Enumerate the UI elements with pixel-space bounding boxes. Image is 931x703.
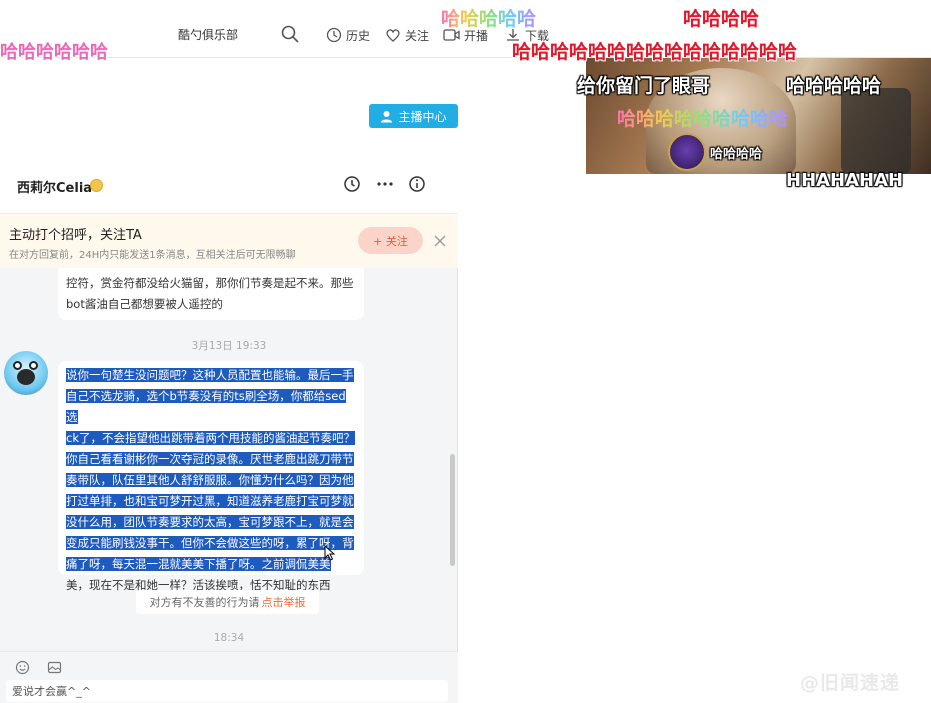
danmaku-comment: 哈哈哈哈哈哈哈哈哈 [617,104,788,131]
danmaku-comment: 给你留门了眼哥 [577,75,711,97]
message-input[interactable]: 爱说才会赢^_^ [6,680,448,702]
image-icon[interactable] [47,660,62,675]
video-badge-label: 哈哈哈哈 [710,147,763,162]
message-input-area: 爱说才会赢^_^ [0,651,458,703]
danmaku-comment: 哈哈哈哈哈 [786,75,882,97]
message-timestamp: 3月13日 19:33 [191,340,267,352]
search-icon[interactable] [280,24,300,44]
message-bubble-selected[interactable]: 说你一句楚生没问题吧？这种人员配置也能输。最后一手 自己不选龙骑，选个b节奏没有… [58,361,364,592]
watermark-text: @旧闻速递 [800,672,901,694]
selected-text-line: 变成只能刷钱没事干。但你不会做这些的呀，累了呀，背 [66,536,354,550]
follow-button[interactable]: + 关注 [358,227,423,254]
history-clock-icon[interactable] [343,175,361,193]
gaming-chair [841,88,911,174]
heart-icon [386,29,400,42]
close-icon[interactable] [433,234,447,248]
selected-text-line: 说你一句楚生没问题吧？这种人员配置也能输。最后一手 [66,368,354,382]
nav-history[interactable]: 历史 [326,25,370,45]
search-box[interactable]: 酷勺俱乐部 [164,18,312,50]
selected-text-line: 痛了呀，每天混一混就美美下播了呀。之前调侃美美 [66,557,331,571]
message-timestamp: 18:34 [213,632,245,644]
follow-prompt-subtitle: 在对方回复前，24H内只能发送1条消息，互相关注后可无限畅聊 [9,250,296,261]
danmaku-comment: 哈哈哈哈哈哈哈哈哈哈哈哈哈哈哈 [512,41,798,63]
live-center-button[interactable]: 主播中心 [369,104,458,128]
message-line: bot酱油自己都想要被人遥控的 [66,297,223,311]
follow-prompt-title: 主动打个招呼，关注TA [9,228,142,243]
report-notice: 对方有不友善的行为请 点击举报 [136,590,319,614]
contact-name[interactable]: 西莉尔Celia [17,177,92,196]
emoji-icon[interactable] [15,660,30,675]
chat-panel: 西莉尔Celia 主动打个招呼，关注TA 在对方回复前，24H内只能发送1条消息… [0,154,458,703]
nav-history-label: 历史 [346,28,371,43]
danmaku-comment: 哈哈哈哈哈 [441,4,536,31]
report-link[interactable]: 点击举报 [262,594,306,610]
chat-scrollbar[interactable] [450,454,455,566]
sender-avatar[interactable] [4,351,48,395]
selected-text-line: 奏带队，队伍里其他人舒舒服服。你懂为什么吗？因为他 [66,473,354,487]
report-notice-text: 对方有不友善的行为请 [149,596,260,609]
selected-text-line: 自己不选龙骑，选个b节奏没有的ts刷全场，你都给sed选 [66,389,346,424]
avatar-eye [29,361,38,370]
danmaku-comment: 哈哈哈哈哈哈 [0,42,108,63]
avatar-mouth [17,369,35,385]
search-input[interactable]: 酷勺俱乐部 [178,26,238,43]
danmaku-comment: 哈哈哈哈 [683,8,760,30]
nav-follow-label: 关注 [405,28,430,43]
user-icon [381,110,393,122]
live-center-label: 主播中心 [398,109,447,124]
level-badge-icon [90,179,103,192]
follow-prompt-bar: 主动打个招呼，关注TA 在对方回复前，24H内只能发送1条消息，互相关注后可无限… [0,214,458,268]
message-bubble: 控符，赏金符都没给火猫留，那你们节奏是起不来。那些 bot酱油自己都想要被人遥控… [58,268,364,320]
selected-text-line: ck了，不会指望他出跳带着两个甩技能的酱油起节奏吧？ [66,431,355,445]
avatar-eye [13,361,22,370]
selected-text-line: 打过单排，也和宝可梦开过黑，知道滋养老鹿打宝可梦就 [66,494,354,508]
message-line: 控符，赏金符都没给火猫留，那你们节奏是起不来。那些 [66,276,354,290]
nav-follow[interactable]: 关注 [385,25,429,45]
info-icon[interactable] [408,175,426,193]
selected-text-line: 你自己看看谢彬你一次夺冠的录像。厌世老鹿出跳刀带节 [66,452,354,466]
clock-icon [326,27,342,43]
streamer-avatar-badge [668,133,706,171]
selected-text-line: 没什么用，团队节奏要求的太高，宝可梦跟不上，就是会 [66,515,354,529]
mouse-cursor-icon [324,545,336,561]
danmaku-comment: HHAHAHAH [786,170,904,191]
more-options-icon[interactable] [376,175,394,193]
chat-header: 西莉尔Celia [0,154,458,214]
